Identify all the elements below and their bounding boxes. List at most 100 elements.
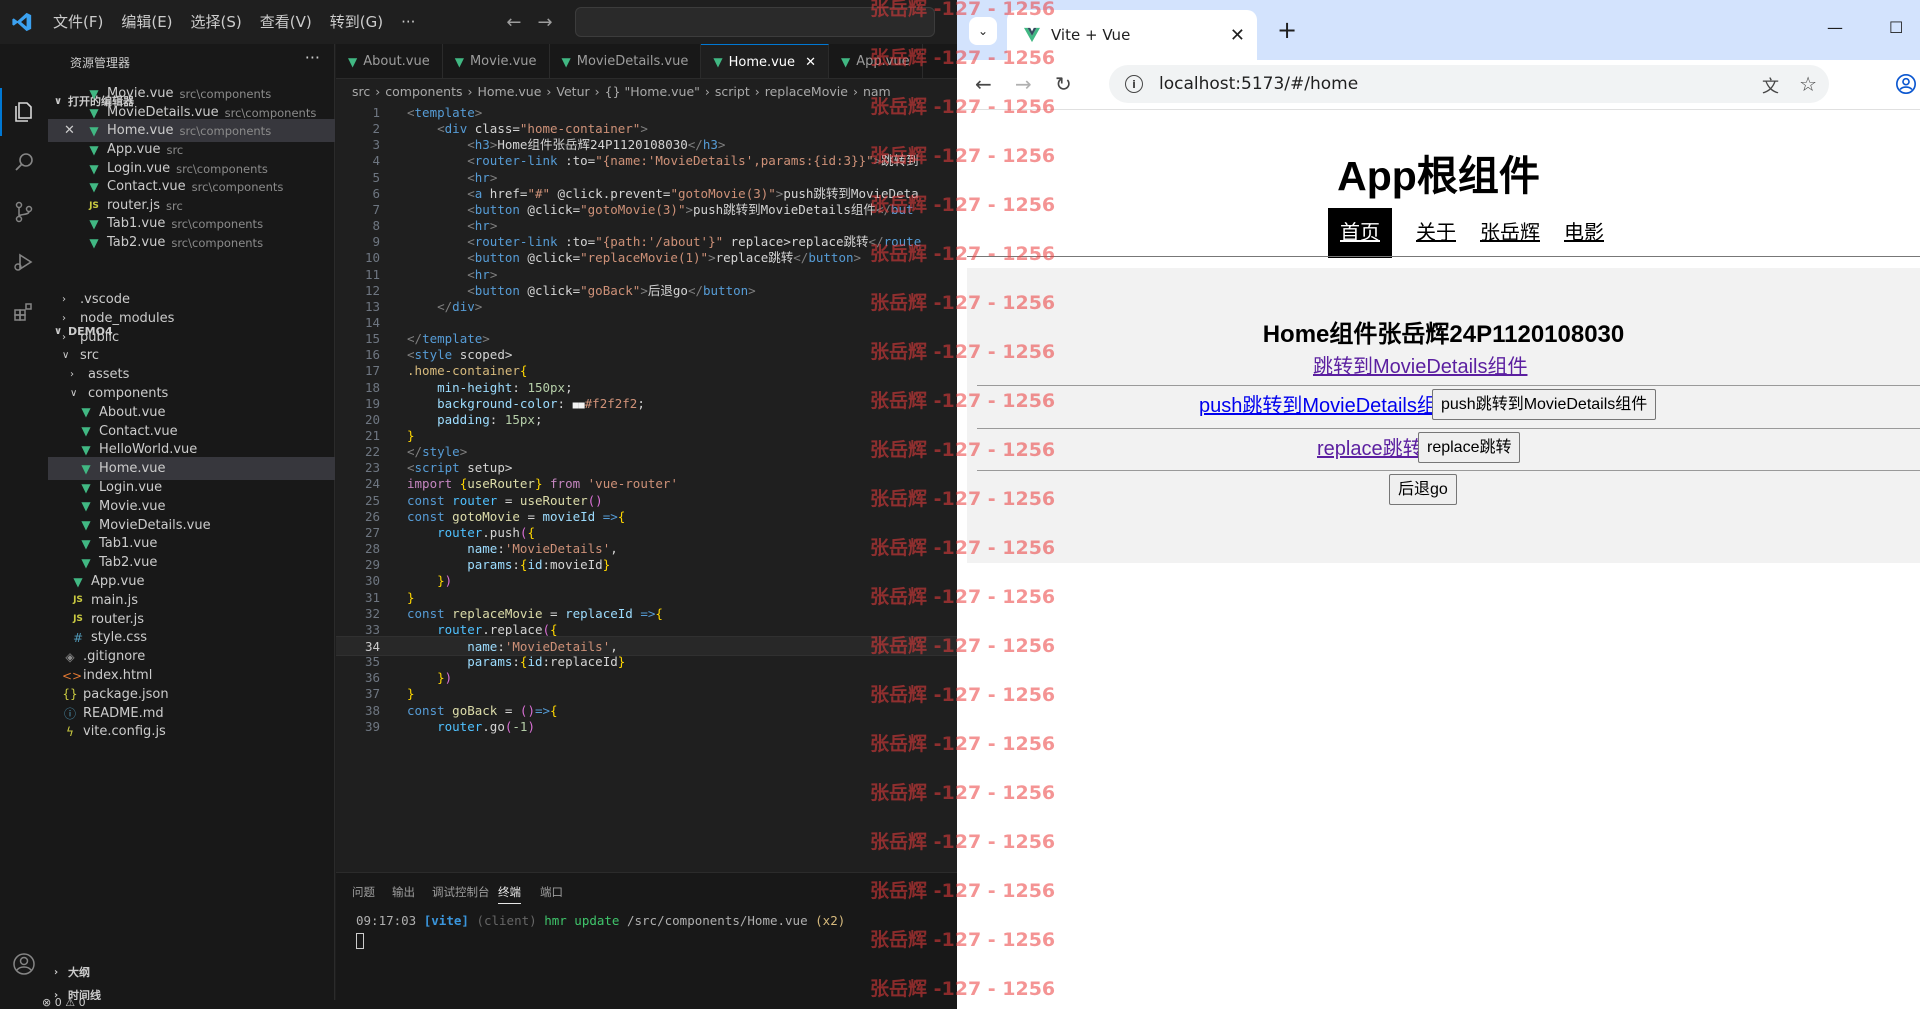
bookmark-star-icon[interactable]: ☆ [1799,72,1817,96]
breadcrumb-item[interactable]: Vetur [556,84,589,99]
tab-movie[interactable]: ▼ Movie.vue [443,44,550,78]
panel-tab-problems[interactable]: 问题 [352,884,375,900]
tab-home[interactable]: ▼ Home.vue ✕ [701,44,829,78]
replace-button[interactable]: replace跳转 [1418,432,1521,463]
problems-count[interactable]: ⊗ 0 ⚠ 0 [42,996,86,1009]
minimize-icon[interactable]: — [1827,18,1843,37]
forward-arrow-icon[interactable]: → [537,12,552,33]
push-moviedetails-button[interactable]: push跳转到MovieDetails组件 [1432,389,1657,420]
breadcrumb-item[interactable]: script [715,84,750,99]
push-moviedetails-link[interactable]: push跳转到MovieDetails组件 [1199,389,1457,418]
account-icon[interactable] [12,952,36,976]
profile-icon[interactable] [1895,73,1917,95]
file-name: MovieDetails.vue [99,517,211,533]
panel-tab-debug-console[interactable]: 调试控制台 [432,884,490,900]
menu-file[interactable]: 文件(F) [44,0,112,44]
tab-search-icon[interactable]: ⌄ [969,17,997,45]
open-editor-item[interactable]: ▼ Tab2.vue src\components [48,231,335,254]
nav-about[interactable]: 关于 [1416,208,1456,258]
file-name: App.vue [91,574,145,589]
tab-about[interactable]: ▼ About.vue [336,44,443,78]
file-item[interactable]: ϟ vite.config.js [48,720,335,743]
menu-edit[interactable]: 编辑(E) [112,0,181,44]
file-name: Tab2.vue [107,235,166,250]
divider [977,428,1920,429]
search-icon[interactable] [12,150,36,174]
menu-view[interactable]: 查看(V) [251,0,321,44]
page-viewport: App根组件 首页 关于 张岳辉 电影 Home组件张岳辉24P11201080… [957,110,1920,1009]
translate-icon[interactable]: 文 [1762,72,1779,97]
chevron-down-icon: ∨ [62,350,70,362]
file-name: Login.vue [107,161,171,176]
nav-zhang[interactable]: 张岳辉 [1480,208,1540,258]
vue-file-icon: ▼ [713,55,723,69]
watermark-text: 张岳辉 -127 - 1256 [870,390,1056,412]
extensions-icon[interactable] [12,300,36,324]
breadcrumb-item[interactable]: components [385,84,462,99]
back-arrow-icon[interactable]: ← [506,12,521,33]
breadcrumb-item[interactable]: Home.vue [477,84,541,99]
code-line[interactable]: 39 router.go(-1) [336,717,957,737]
more-actions-icon[interactable]: ··· [305,48,320,67]
watermark-text: 张岳辉 -127 - 1256 [870,929,1056,951]
source-control-icon[interactable] [12,200,36,224]
panel-tab-terminal[interactable]: 终端 [498,884,521,904]
breadcrumb-item[interactable]: {} "Home.vue" [605,84,700,99]
breadcrumb-separator: › [467,83,473,99]
close-tab-icon[interactable]: ✕ [1230,25,1245,46]
nav-home[interactable]: 首页 [1328,208,1392,258]
close-icon[interactable]: ✕ [64,123,86,138]
watermark-text: 张岳辉 -127 - 1256 [870,145,1056,167]
panel-tab-output[interactable]: 输出 [392,884,415,900]
menu-go[interactable]: 转到(G) [321,0,392,44]
breadcrumb-separator: › [375,83,381,99]
outline-header[interactable]: › 大纲 [48,961,335,983]
file-name: Tab2.vue [99,555,158,571]
watermark-text: 张岳辉 -127 - 1256 [870,47,1056,69]
url-text: localhost:5173/#/home [1159,74,1359,94]
address-bar[interactable]: i localhost:5173/#/home 文 ☆ [1109,65,1829,103]
file-name: App.vue [107,142,161,157]
replace-link[interactable]: replace跳转 [1317,432,1423,461]
vue-file-icon: ▼ [348,54,358,69]
breadcrumb-separator: › [704,83,710,99]
reload-icon[interactable]: ↻ [1055,72,1072,96]
browser-window: ⌄ Vite + Vue ✕ + — ☐ ← → ↻ i localhost:5… [957,0,1920,1009]
vue-file-icon: ▼ [89,235,99,250]
code-editor[interactable]: 1 <template> 2 <div class="home-container"… [336,102,957,873]
file-name: router.js [107,198,161,213]
new-tab-icon[interactable]: + [1277,16,1297,44]
active-indicator [0,88,2,136]
terminal-output[interactable]: 09:17:03 [vite] (client) hmr update /src… [356,913,845,928]
breadcrumb-item[interactable]: replaceMovie [765,84,848,99]
home-title: Home组件张岳辉24P1120108030 [1262,321,1625,348]
site-info-icon[interactable]: i [1125,75,1143,93]
vue-file-icon: ▼ [89,105,99,120]
vscode-window: 文件(F) 编辑(E) 选择(S) 查看(V) 转到(G) ··· ← → 资源… [0,0,957,1009]
run-debug-icon[interactable] [12,250,36,274]
panel-tab-ports[interactable]: 端口 [540,884,563,900]
watermark-text: 张岳辉 -127 - 1256 [870,978,1056,1000]
chevron-right-icon: › [62,331,66,343]
go-back-button[interactable]: 后退go [1389,474,1457,505]
menu-selection[interactable]: 选择(S) [182,0,251,44]
file-path: src\components [179,123,272,138]
maximize-icon[interactable]: ☐ [1889,18,1903,37]
file-name: README.md [83,705,164,721]
file-name: package.json [83,686,169,702]
tab-moviedetails[interactable]: ▼ MovieDetails.vue [550,44,702,78]
explorer-icon[interactable] [12,100,36,124]
breadcrumb-item[interactable]: src [352,84,370,99]
activity-bar [0,44,48,1009]
app-nav: 首页 关于 张岳辉 电影 [1328,208,1628,258]
close-tab-icon[interactable]: ✕ [805,55,816,70]
file-name: Movie.vue [99,498,166,514]
vue-file-icon: ▼ [81,518,91,533]
vue-file-icon: ▼ [89,216,99,231]
file-path: src [166,198,183,213]
nav-movie[interactable]: 电影 [1564,208,1604,258]
menu-more[interactable]: ··· [392,0,424,44]
moviedetails-link[interactable]: 跳转到MovieDetails组件 [1313,350,1527,379]
file-name: node_modules [80,310,175,326]
vue-file-icon: ▼ [89,142,99,157]
